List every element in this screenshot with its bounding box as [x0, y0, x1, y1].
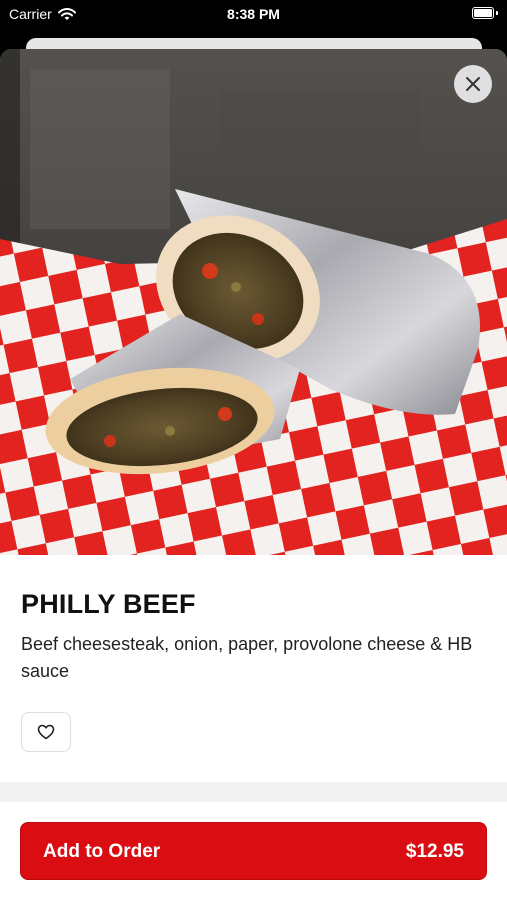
product-sheet: PHILLY BEEF Beef cheesesteak, onion, pap… [0, 49, 507, 900]
add-to-order-label: Add to Order [43, 841, 161, 862]
status-time: 8:38 PM [227, 6, 280, 22]
favorite-button[interactable] [21, 712, 71, 752]
product-description: Beef cheesesteak, onion, paper, provolon… [21, 634, 473, 681]
price-label: $12.95 [405, 841, 464, 862]
product-photo [0, 49, 507, 555]
battery-icon [472, 7, 498, 19]
section-divider [0, 782, 507, 802]
close-icon [466, 77, 480, 91]
close-button[interactable] [454, 65, 492, 103]
status-bar: Carrier 8:38 PM [0, 0, 507, 30]
product-photo-illustration [0, 49, 507, 555]
heart-icon [37, 724, 55, 740]
product-title: PHILLY BEEF [21, 589, 196, 619]
add-to-order-button[interactable]: Add to Order $12.95 [20, 822, 487, 880]
